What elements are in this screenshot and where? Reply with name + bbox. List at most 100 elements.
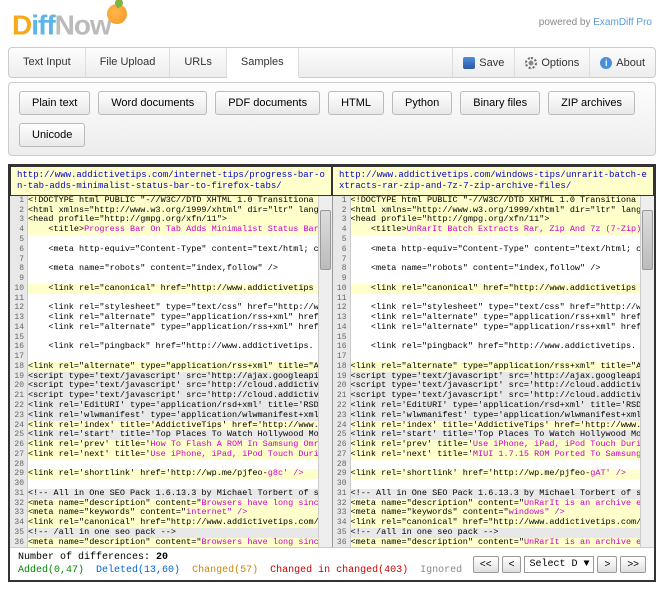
- code-line[interactable]: 7: [10, 255, 332, 265]
- code-line[interactable]: 32<meta name="description" content="UnRa…: [333, 499, 655, 509]
- code-line[interactable]: 4 <title>Progress Bar On Tab Adds Minima…: [10, 225, 332, 235]
- tab-text-input[interactable]: Text Input: [9, 48, 86, 77]
- code-line[interactable]: 32<meta name="description" content="Brow…: [10, 499, 332, 509]
- code-line[interactable]: 35<!-- /all in one seo pack -->: [333, 528, 655, 538]
- code-line[interactable]: 34<link rel="canonical" href="http://www…: [333, 518, 655, 528]
- code-line[interactable]: 18<link rel="alternate" type="applicatio…: [10, 362, 332, 372]
- code-line[interactable]: 22<link rel='EditURI' type='application/…: [10, 401, 332, 411]
- code-line[interactable]: 21<script type='text/javascript' src='ht…: [10, 391, 332, 401]
- code-line[interactable]: 13 <link rel="alternate" type="applicati…: [333, 313, 655, 323]
- code-line[interactable]: 28: [333, 460, 655, 470]
- code-line[interactable]: 31<!-- All in One SEO Pack 1.6.13.3 by M…: [333, 489, 655, 499]
- code-line[interactable]: 12 <link rel="stylesheet" type="text/css…: [10, 303, 332, 313]
- code-line[interactable]: 7: [333, 255, 655, 265]
- code-line[interactable]: 26<link rel='prev' title='Use iPhone, iP…: [333, 440, 655, 450]
- line-text: <link rel="alternate" type="application/…: [351, 323, 655, 333]
- nav-prev[interactable]: <: [502, 556, 522, 573]
- code-line[interactable]: 27<link rel='next' title='Use iPhone, iP…: [10, 450, 332, 460]
- code-line[interactable]: 10 <link rel="canonical" href="http://ww…: [10, 284, 332, 294]
- sample-zip[interactable]: ZIP archives: [548, 91, 635, 115]
- code-line[interactable]: 20<script type='text/javascript' src='ht…: [333, 381, 655, 391]
- code-line[interactable]: 23<link rel='wlwmanifest' type='applicat…: [333, 411, 655, 421]
- code-line[interactable]: 24<link rel='index' title='AddictiveTips…: [333, 421, 655, 431]
- code-line[interactable]: 35<!-- /all in one seo pack -->: [10, 528, 332, 538]
- code-line[interactable]: 9: [333, 274, 655, 284]
- code-line[interactable]: 11: [333, 294, 655, 304]
- tab-file-upload[interactable]: File Upload: [86, 48, 171, 77]
- code-line[interactable]: 33<meta name="keywords" content="windows…: [333, 508, 655, 518]
- code-line[interactable]: 23<link rel='wlwmanifest' type='applicat…: [10, 411, 332, 421]
- code-line[interactable]: 36<meta name="description" content="UnRa…: [333, 538, 655, 548]
- nav-last[interactable]: >>: [620, 556, 646, 573]
- examdiff-link[interactable]: ExamDiff Pro: [593, 17, 652, 28]
- code-line[interactable]: 11: [10, 294, 332, 304]
- scrollbar-vertical[interactable]: [640, 196, 654, 548]
- code-line[interactable]: 17: [10, 352, 332, 362]
- code-line[interactable]: 25<link rel='start' title='Top Places To…: [333, 430, 655, 440]
- diff-select[interactable]: Select D ▼: [524, 556, 594, 573]
- save-button[interactable]: Save: [452, 48, 514, 77]
- code-line[interactable]: 4 <title>UnRarIt Batch Extracts Rar, Zip…: [333, 225, 655, 235]
- code-line[interactable]: 3<head profile="http://gmpg.org/xfn/11">: [10, 215, 332, 225]
- sample-binary[interactable]: Binary files: [460, 91, 540, 115]
- code-line[interactable]: 31<!-- All in One SEO Pack 1.6.13.3 by M…: [10, 489, 332, 499]
- scrollbar-vertical[interactable]: [318, 196, 332, 548]
- code-line[interactable]: 14 <link rel="alternate" type="applicati…: [10, 323, 332, 333]
- code-line[interactable]: 20<script type='text/javascript' src='ht…: [10, 381, 332, 391]
- code-line[interactable]: 13 <link rel="alternate" type="applicati…: [10, 313, 332, 323]
- code-line[interactable]: 1<!DOCTYPE html PUBLIC "-//W3C//DTD XHTM…: [10, 196, 332, 206]
- sample-word[interactable]: Word documents: [98, 91, 207, 115]
- code-line[interactable]: 33<meta name="keywords" content="interne…: [10, 508, 332, 518]
- code-line[interactable]: 15: [333, 333, 655, 343]
- code-line[interactable]: 29<link rel='shortlink' href='http://wp.…: [10, 469, 332, 479]
- code-line[interactable]: 12 <link rel="stylesheet" type="text/css…: [333, 303, 655, 313]
- code-line[interactable]: 36<meta name="description" content="Brow…: [10, 538, 332, 548]
- code-line[interactable]: 17: [333, 352, 655, 362]
- code-line[interactable]: 19<script type='text/javascript' src='ht…: [333, 372, 655, 382]
- code-line[interactable]: 30: [10, 479, 332, 489]
- code-line[interactable]: 1<!DOCTYPE html PUBLIC "-//W3C//DTD XHTM…: [333, 196, 655, 206]
- sample-python[interactable]: Python: [392, 91, 452, 115]
- scroll-thumb[interactable]: [642, 210, 653, 270]
- code-line[interactable]: 19<script type='text/javascript' src='ht…: [10, 372, 332, 382]
- code-line[interactable]: 26<link rel='prev' title='How To Flash A…: [10, 440, 332, 450]
- sample-plain-text[interactable]: Plain text: [19, 91, 90, 115]
- code-line[interactable]: 28: [10, 460, 332, 470]
- code-line[interactable]: 5: [333, 235, 655, 245]
- code-line[interactable]: 10 <link rel="canonical" href="http://ww…: [333, 284, 655, 294]
- sample-unicode[interactable]: Unicode: [19, 123, 85, 147]
- tab-urls[interactable]: URLs: [170, 48, 227, 77]
- code-line[interactable]: 3<head profile="http://gmpg.org/xfn/11">: [333, 215, 655, 225]
- nav-first[interactable]: <<: [473, 556, 499, 573]
- tab-samples[interactable]: Samples: [227, 48, 299, 78]
- code-line[interactable]: 5: [10, 235, 332, 245]
- code-line[interactable]: 6 <meta http-equiv="Content-Type" conten…: [333, 245, 655, 255]
- code-line[interactable]: 8 <meta name="robots" content="index,fol…: [10, 264, 332, 274]
- code-line[interactable]: 30: [333, 479, 655, 489]
- code-line[interactable]: 6 <meta http-equiv="Content-Type" conten…: [10, 245, 332, 255]
- code-line[interactable]: 18<link rel="alternate" type="applicatio…: [333, 362, 655, 372]
- code-line[interactable]: 15: [10, 333, 332, 343]
- code-line[interactable]: 34<link rel="canonical" href="http://www…: [10, 518, 332, 528]
- right-pane[interactable]: 1<!DOCTYPE html PUBLIC "-//W3C//DTD XHTM…: [333, 196, 655, 548]
- code-line[interactable]: 22<link rel='EditURI' type='application/…: [333, 401, 655, 411]
- code-line[interactable]: 14 <link rel="alternate" type="applicati…: [333, 323, 655, 333]
- code-line[interactable]: 25<link rel='start' title='Top Places To…: [10, 430, 332, 440]
- sample-pdf[interactable]: PDF documents: [215, 91, 320, 115]
- code-line[interactable]: 2<html xmlns="http://www.w3.org/1999/xht…: [333, 206, 655, 216]
- scroll-thumb[interactable]: [320, 210, 331, 270]
- sample-html[interactable]: HTML: [328, 91, 384, 115]
- code-line[interactable]: 21<script type='text/javascript' src='ht…: [333, 391, 655, 401]
- code-line[interactable]: 9: [10, 274, 332, 284]
- code-line[interactable]: 24<link rel='index' title='AddictiveTips…: [10, 421, 332, 431]
- nav-next[interactable]: >: [597, 556, 617, 573]
- code-line[interactable]: 8 <meta name="robots" content="index,fol…: [333, 264, 655, 274]
- code-line[interactable]: 29<link rel='shortlink' href='http://wp.…: [333, 469, 655, 479]
- code-line[interactable]: 27<link rel='next' title='MIUI 1.7.15 RO…: [333, 450, 655, 460]
- left-pane[interactable]: 1<!DOCTYPE html PUBLIC "-//W3C//DTD XHTM…: [10, 196, 333, 548]
- code-line[interactable]: 16 <link rel="pingback" href="http://www…: [10, 342, 332, 352]
- code-line[interactable]: 2<html xmlns="http://www.w3.org/1999/xht…: [10, 206, 332, 216]
- code-line[interactable]: 16 <link rel="pingback" href="http://www…: [333, 342, 655, 352]
- options-button[interactable]: Options: [514, 48, 589, 77]
- about-button[interactable]: iAbout: [589, 48, 655, 77]
